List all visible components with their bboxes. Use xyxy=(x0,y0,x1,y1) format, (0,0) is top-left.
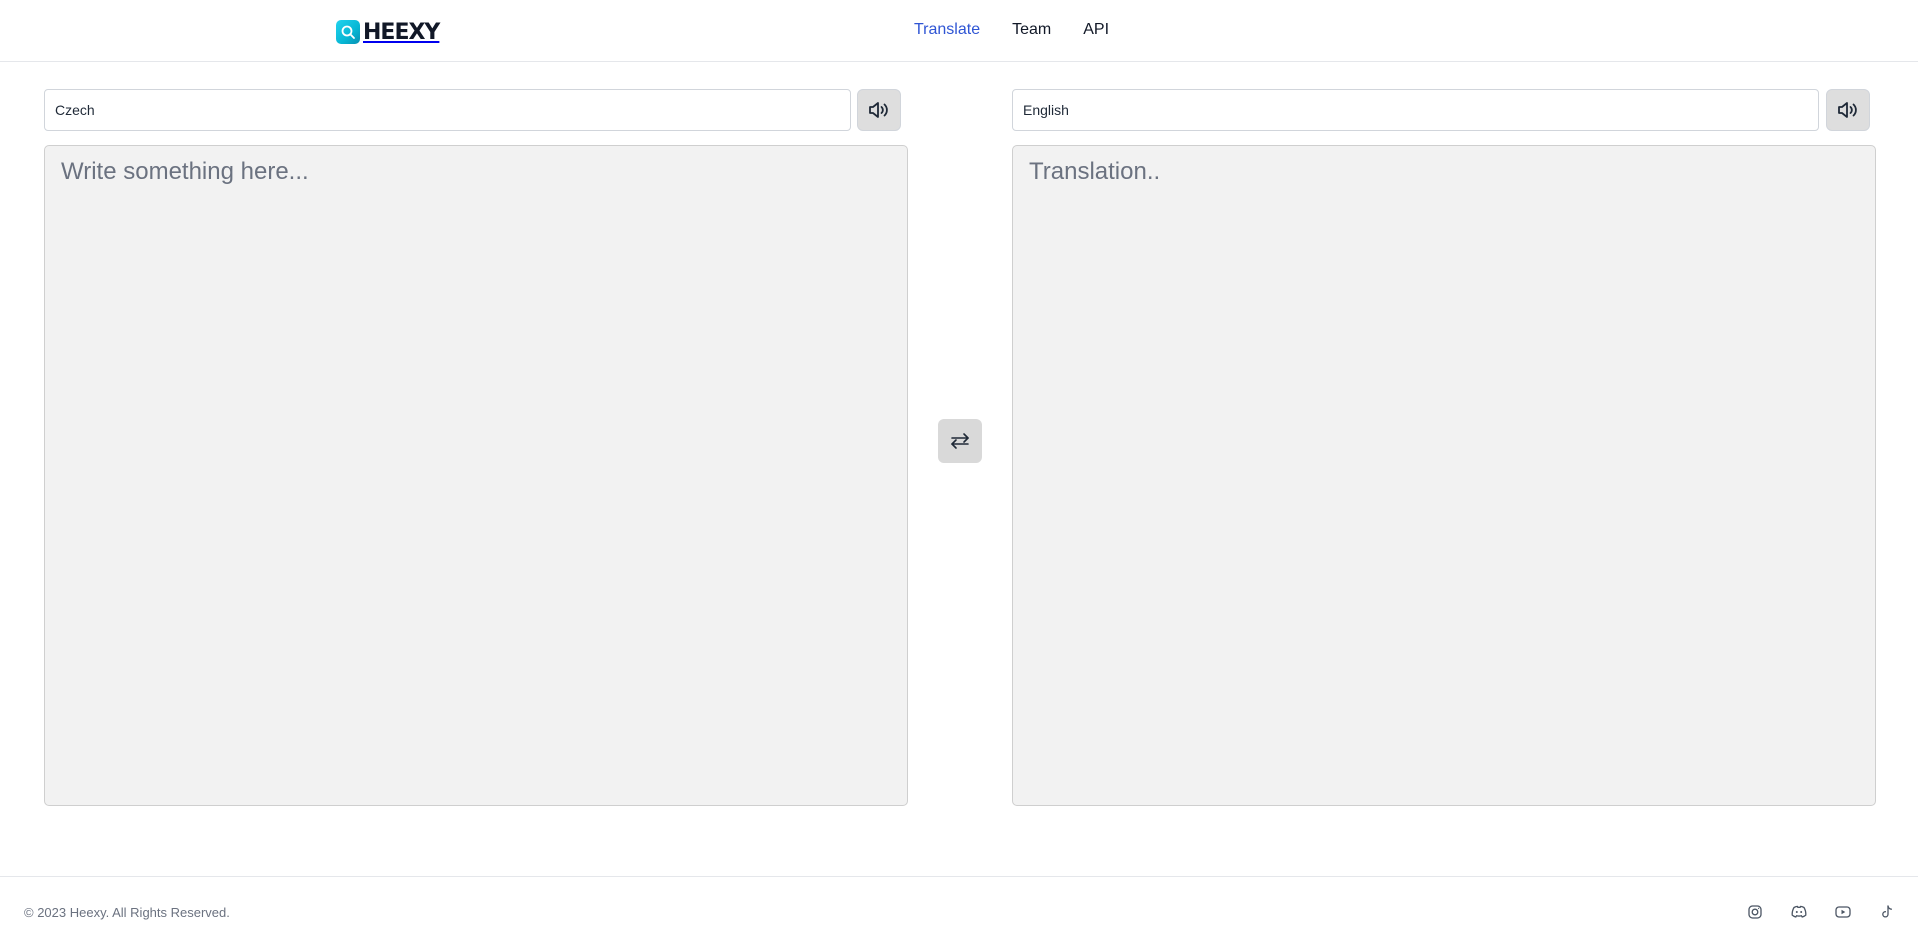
logo-search-icon xyxy=(336,20,360,44)
copyright-text: © 2023 Heexy. All Rights Reserved. xyxy=(24,905,230,920)
nav-translate[interactable]: Translate xyxy=(914,21,980,39)
discord-link[interactable] xyxy=(1790,903,1808,921)
nav-api[interactable]: API xyxy=(1083,21,1109,39)
source-text-input[interactable] xyxy=(44,145,908,806)
social-links xyxy=(1746,903,1896,921)
instagram-icon xyxy=(1748,905,1762,919)
source-speak-button[interactable] xyxy=(857,89,901,131)
instagram-link[interactable] xyxy=(1746,903,1764,921)
tiktok-link[interactable] xyxy=(1878,903,1896,921)
target-language-input[interactable] xyxy=(1012,89,1819,131)
youtube-link[interactable] xyxy=(1834,903,1852,921)
swap-arrows-icon xyxy=(951,433,969,449)
nav-team[interactable]: Team xyxy=(1012,21,1051,39)
heexy-logo[interactable]: HEEXY xyxy=(336,19,440,45)
source-language-input[interactable] xyxy=(44,89,851,131)
page-footer: © 2023 Heexy. All Rights Reserved. xyxy=(0,876,1918,944)
swap-languages-button[interactable] xyxy=(938,419,982,463)
speaker-icon xyxy=(1838,102,1857,118)
main-nav: Translate Team API xyxy=(914,21,1109,39)
top-header: HEEXY Translate Team API xyxy=(0,0,1918,62)
translation-output[interactable] xyxy=(1012,145,1876,806)
target-speak-button[interactable] xyxy=(1826,89,1870,131)
discord-icon xyxy=(1791,905,1807,918)
tiktok-icon xyxy=(1882,905,1893,918)
youtube-icon xyxy=(1835,906,1851,918)
speaker-icon xyxy=(869,102,888,118)
logo-text: HEEXY xyxy=(363,19,440,45)
